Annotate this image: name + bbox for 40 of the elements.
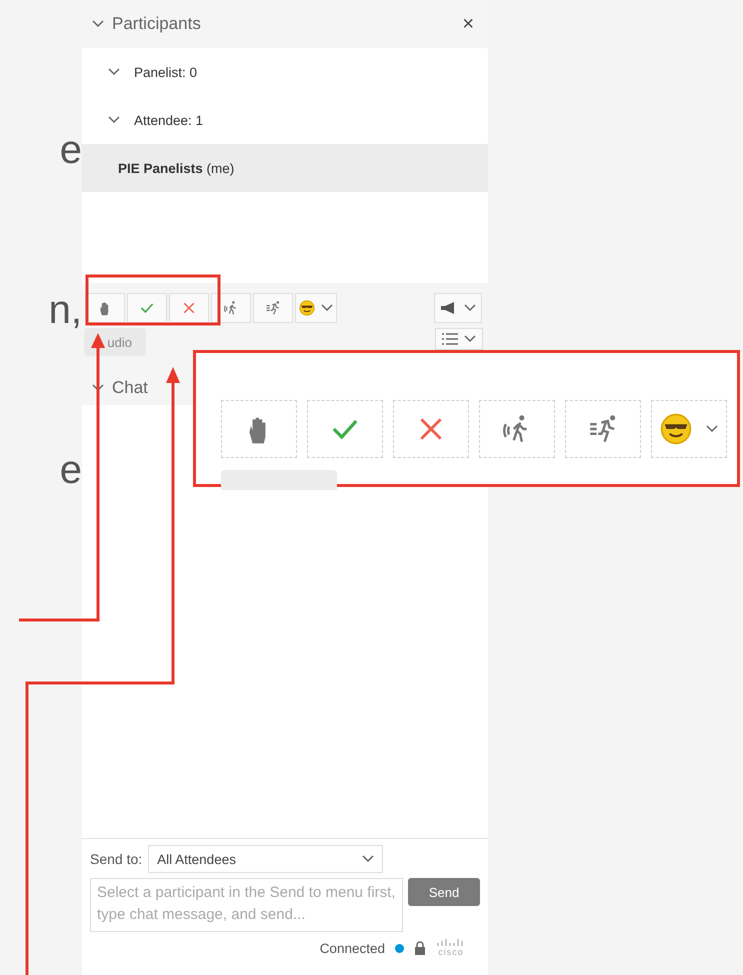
connection-status: Connected xyxy=(320,940,385,956)
running-person-icon xyxy=(265,300,281,316)
caret-icon xyxy=(362,855,374,863)
caret-icon xyxy=(464,335,476,343)
slide-text: e xyxy=(60,127,82,174)
reaction-button[interactable] xyxy=(127,293,167,323)
cisco-logo: cisco xyxy=(436,939,466,957)
caret-icon xyxy=(706,425,718,433)
sunglasses-emoji-icon xyxy=(660,413,692,445)
send-button[interactable]: Send xyxy=(408,878,480,906)
sunglasses-emoji-icon xyxy=(299,300,315,316)
reaction-button[interactable] xyxy=(295,293,337,323)
caret-icon xyxy=(321,304,333,312)
participant-row[interactable]: PIE Panelists (me) xyxy=(82,144,488,192)
walking-person-icon xyxy=(223,300,239,316)
chevron-down-icon xyxy=(108,68,120,76)
close-icon xyxy=(181,300,197,316)
chevron-down-icon xyxy=(108,116,120,124)
participant-row[interactable]: Panelist: 0 xyxy=(82,48,488,96)
list-menu-button[interactable] xyxy=(435,328,483,350)
close-button[interactable]: × xyxy=(458,12,478,36)
reaction-button[interactable] xyxy=(211,293,251,323)
chevron-down-icon[interactable] xyxy=(92,384,104,392)
slide-text: n, xyxy=(48,287,82,334)
megaphone-button[interactable] xyxy=(434,293,482,323)
reaction-button[interactable] xyxy=(253,293,293,323)
participant-row[interactable]: Attendee: 1 xyxy=(82,96,488,144)
send-to-label: Send to: xyxy=(90,851,142,867)
chevron-down-icon[interactable] xyxy=(92,20,104,28)
panel-title: Chat xyxy=(112,378,148,398)
message-field[interactable]: Select a participant in the Send to menu first, type chat message, and send... xyxy=(90,878,403,932)
panel-title: Participants xyxy=(112,14,201,34)
lock-icon xyxy=(414,941,426,955)
reaction-button[interactable] xyxy=(85,293,125,323)
reaction-button[interactable] xyxy=(169,293,209,323)
status-dot xyxy=(395,944,404,952)
send-to-dropdown[interactable]: All Attendees xyxy=(148,845,384,873)
slide-text: e xyxy=(60,447,82,494)
caret-icon xyxy=(464,304,476,312)
list-icon xyxy=(442,333,458,345)
